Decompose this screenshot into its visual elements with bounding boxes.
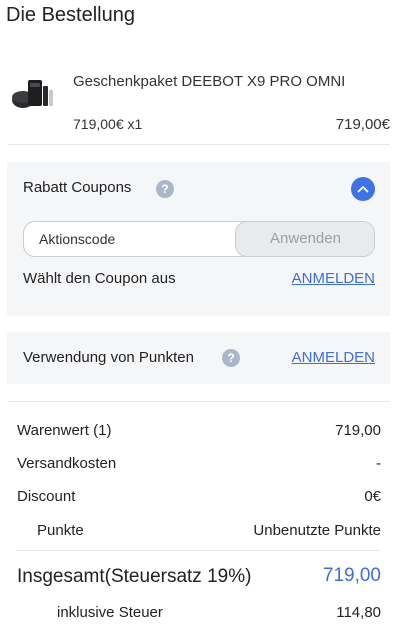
coupon-title: Rabatt Coupons (23, 179, 132, 196)
product-name[interactable]: Geschenkpaket DEEBOT X9 PRO OMNI (73, 73, 345, 90)
collapse-coupons-button[interactable] (351, 177, 375, 201)
points-label: Verwendung von Punkten (23, 349, 194, 366)
total-value: 719,00 (322, 565, 381, 586)
summary-value-goods-value: 719,00 (335, 422, 381, 439)
product-price: 719,00€ (335, 116, 390, 133)
summary-value-shipping: - (376, 455, 381, 472)
page-title: Die Bestellung (6, 4, 135, 26)
summary-label-shipping: Versandkosten (17, 455, 117, 472)
summary-value-discount: 0€ (364, 488, 381, 505)
points-login-link[interactable]: ANMELDEN (292, 349, 375, 366)
promo-code-input[interactable] (24, 222, 234, 256)
tax-value: 114,80 (336, 604, 381, 621)
summary-label-points: Punkte (37, 522, 84, 539)
divider (8, 401, 390, 402)
summary-label-discount: Discount (17, 488, 76, 505)
select-coupon-label: Wählt den Coupon aus (23, 270, 176, 287)
question-icon[interactable]: ? (156, 180, 174, 198)
summary-label-goods-value: Warenwert (1) (17, 422, 112, 439)
total-label: Insgesamt(Steuersatz 19%) (17, 566, 252, 587)
coupon-login-link[interactable]: ANMELDEN (292, 270, 375, 287)
summary-value-points: Unbenutzte Punkte (253, 522, 381, 539)
tax-label: inklusive Steuer (57, 604, 163, 621)
product-unit-price-qty: 719,00€ x1 (73, 116, 143, 132)
divider (16, 550, 380, 551)
robot-vacuum-product-icon (10, 76, 56, 110)
coupon-code-field: Anwenden (23, 221, 375, 257)
divider (8, 144, 390, 145)
chevron-up-icon (357, 186, 369, 193)
apply-coupon-button[interactable]: Anwenden (235, 222, 374, 256)
question-icon[interactable]: ? (222, 349, 240, 367)
